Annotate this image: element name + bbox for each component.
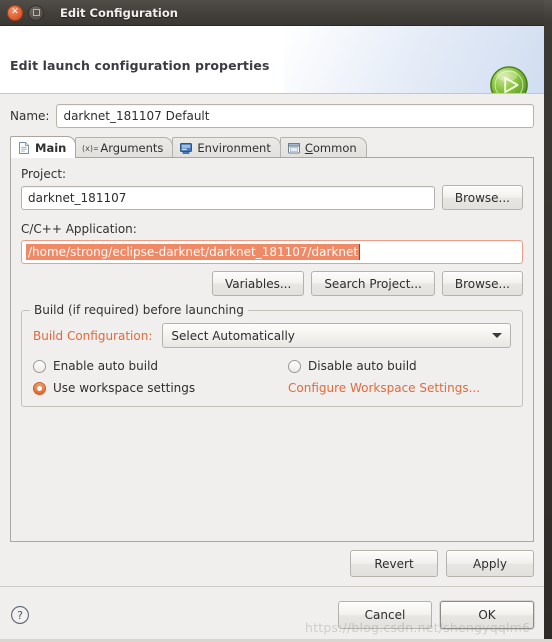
radio-icon-unchecked (288, 359, 301, 373)
file-document-icon (17, 141, 31, 155)
chevron-down-icon (492, 333, 502, 338)
ok-button[interactable]: OK (440, 600, 534, 629)
configure-workspace-settings-link-wrap: Configure Workspace Settings... (288, 381, 511, 395)
tab-environment-label: Environment (197, 141, 271, 155)
application-input[interactable]: /home/strong/eclipse-darknet/darknet_181… (21, 240, 523, 264)
help-question-icon[interactable]: ? (10, 605, 30, 625)
dialog-header: Edit launch configuration properties (0, 26, 544, 94)
panel-spacer (21, 407, 523, 531)
revert-apply-row: Revert Apply (10, 550, 534, 577)
radio-icon-checked (33, 381, 46, 395)
name-row: Name: darknet_181107 Default (10, 104, 534, 128)
radio-disable-auto-build[interactable]: Disable auto build (288, 359, 511, 373)
tab-bar: Main (x)= Arguments Environment Common (10, 136, 534, 158)
application-button-row: Variables... Search Project... Browse... (21, 271, 523, 296)
main-tab-panel: Project: darknet_181107 Browse... C/C++ … (10, 157, 534, 542)
tab-arguments-label: Arguments (100, 141, 164, 155)
run-play-icon (490, 66, 528, 93)
footer-button-row: Cancel OK (338, 600, 534, 629)
radio-icon-unchecked (33, 359, 46, 373)
edit-configuration-dialog: ✕ Edit Configuration Edit launch configu… (0, 0, 552, 642)
project-label: Project: (21, 167, 67, 181)
dialog-body: Name: darknet_181107 Default Main (x)= A… (0, 94, 544, 586)
application-selected-text: /home/strong/eclipse-darknet/darknet_181… (26, 244, 361, 260)
dialog-footer: ? Cancel OK (0, 586, 544, 642)
tab-arguments[interactable]: (x)= Arguments (75, 137, 174, 158)
search-project-button[interactable]: Search Project... (311, 271, 435, 296)
svg-text:?: ? (17, 609, 23, 622)
radio-use-workspace-settings[interactable]: Use workspace settings (33, 381, 288, 395)
cancel-button[interactable]: Cancel (338, 600, 432, 629)
radio-enable-auto-build[interactable]: Enable auto build (33, 359, 288, 373)
project-input[interactable]: darknet_181107 (21, 185, 435, 210)
window-titlebar: ✕ Edit Configuration (0, 0, 544, 26)
tab-common[interactable]: Common (279, 137, 367, 158)
build-configuration-label: Build Configuration: (33, 328, 153, 343)
application-label: C/C++ Application: (21, 222, 137, 236)
build-configuration-value: Select Automatically (171, 328, 295, 343)
close-icon[interactable]: ✕ (7, 4, 23, 21)
maximize-icon[interactable] (28, 4, 44, 21)
common-window-icon (287, 141, 301, 155)
project-browse-button[interactable]: Browse... (441, 185, 523, 210)
build-radio-grid: Enable auto build Disable auto build Use… (33, 359, 511, 395)
variables-button[interactable]: Variables... (212, 271, 305, 296)
application-browse-button[interactable]: Browse... (441, 271, 523, 296)
revert-button[interactable]: Revert (350, 550, 438, 577)
arguments-xequals-icon: (x)= (82, 141, 100, 155)
tab-main-label: Main (35, 140, 67, 155)
tab-common-label: Common (304, 141, 357, 155)
tab-environment[interactable]: Environment (172, 137, 281, 158)
radio-enable-auto-build-label: Enable auto build (53, 359, 159, 373)
environment-icon (179, 141, 193, 155)
window-title: Edit Configuration (60, 5, 178, 20)
radio-disable-auto-build-label: Disable auto build (308, 359, 417, 373)
page-title: Edit launch configuration properties (10, 58, 270, 73)
build-configuration-select[interactable]: Select Automatically (162, 323, 511, 348)
project-row: darknet_181107 Browse... (21, 185, 523, 210)
build-configuration-row: Build Configuration: Select Automaticall… (33, 323, 511, 348)
build-group-title: Build (if required) before launching (30, 303, 248, 317)
configure-workspace-settings-link[interactable]: Configure Workspace Settings... (288, 381, 480, 395)
name-input[interactable]: darknet_181107 Default (56, 104, 534, 128)
tab-main[interactable]: Main (10, 136, 77, 158)
svg-text:(x)=: (x)= (82, 144, 98, 153)
apply-button[interactable]: Apply (446, 550, 534, 577)
desktop-background (544, 0, 552, 642)
name-label: Name: (10, 109, 50, 123)
radio-use-workspace-settings-label: Use workspace settings (53, 381, 196, 395)
build-group: Build (if required) before launching Bui… (21, 303, 523, 407)
